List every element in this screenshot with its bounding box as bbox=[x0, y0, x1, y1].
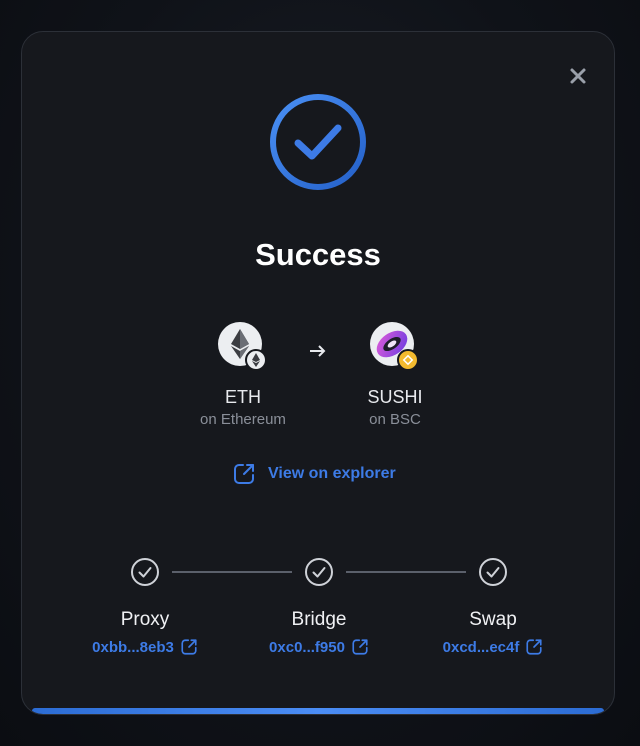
from-token-symbol: ETH bbox=[225, 387, 261, 407]
step-connector bbox=[346, 571, 466, 573]
success-modal: Success ETH on Ethereum SUSHI on BSC Vie… bbox=[21, 31, 615, 715]
step-label-swap: Swap bbox=[469, 609, 517, 630]
sushi-icon bbox=[370, 322, 419, 371]
check-circle-icon bbox=[305, 558, 333, 586]
close-button[interactable] bbox=[568, 66, 588, 86]
from-token-network: on Ethereum bbox=[200, 411, 286, 428]
external-link-icon bbox=[526, 639, 542, 655]
to-token: SUSHI on BSC bbox=[325, 322, 465, 428]
step-label-proxy: Proxy bbox=[120, 609, 170, 630]
step-hash-link-bridge[interactable]: 0xc0...f950 bbox=[239, 638, 399, 656]
check-circle-icon bbox=[270, 94, 366, 190]
progress-bar bbox=[32, 708, 604, 714]
external-link-icon bbox=[352, 639, 368, 655]
to-token-symbol: SUSHI bbox=[367, 387, 423, 407]
from-token: ETH on Ethereum bbox=[173, 322, 313, 428]
step-hash-proxy: 0xbb...8eb3 bbox=[92, 638, 174, 656]
modal-title: Success bbox=[255, 237, 381, 272]
view-on-explorer-label: View on explorer bbox=[268, 465, 396, 482]
external-link-icon bbox=[181, 639, 197, 655]
step-connector bbox=[172, 571, 292, 573]
to-token-network: on BSC bbox=[369, 411, 421, 428]
step-hash-bridge: 0xc0...f950 bbox=[269, 638, 345, 656]
check-circle-icon bbox=[479, 558, 507, 586]
view-on-explorer-link[interactable]: View on explorer bbox=[232, 461, 396, 487]
close-icon bbox=[570, 68, 586, 84]
external-link-icon bbox=[234, 464, 254, 484]
ethereum-icon bbox=[218, 322, 267, 371]
check-circle-icon bbox=[131, 558, 159, 586]
step-hash-link-swap[interactable]: 0xcd...ec4f bbox=[413, 638, 573, 656]
step-hash-swap: 0xcd...ec4f bbox=[442, 638, 520, 656]
step-hash-link-proxy[interactable]: 0xbb...8eb3 bbox=[65, 638, 225, 656]
step-label-bridge: Bridge bbox=[291, 609, 347, 630]
